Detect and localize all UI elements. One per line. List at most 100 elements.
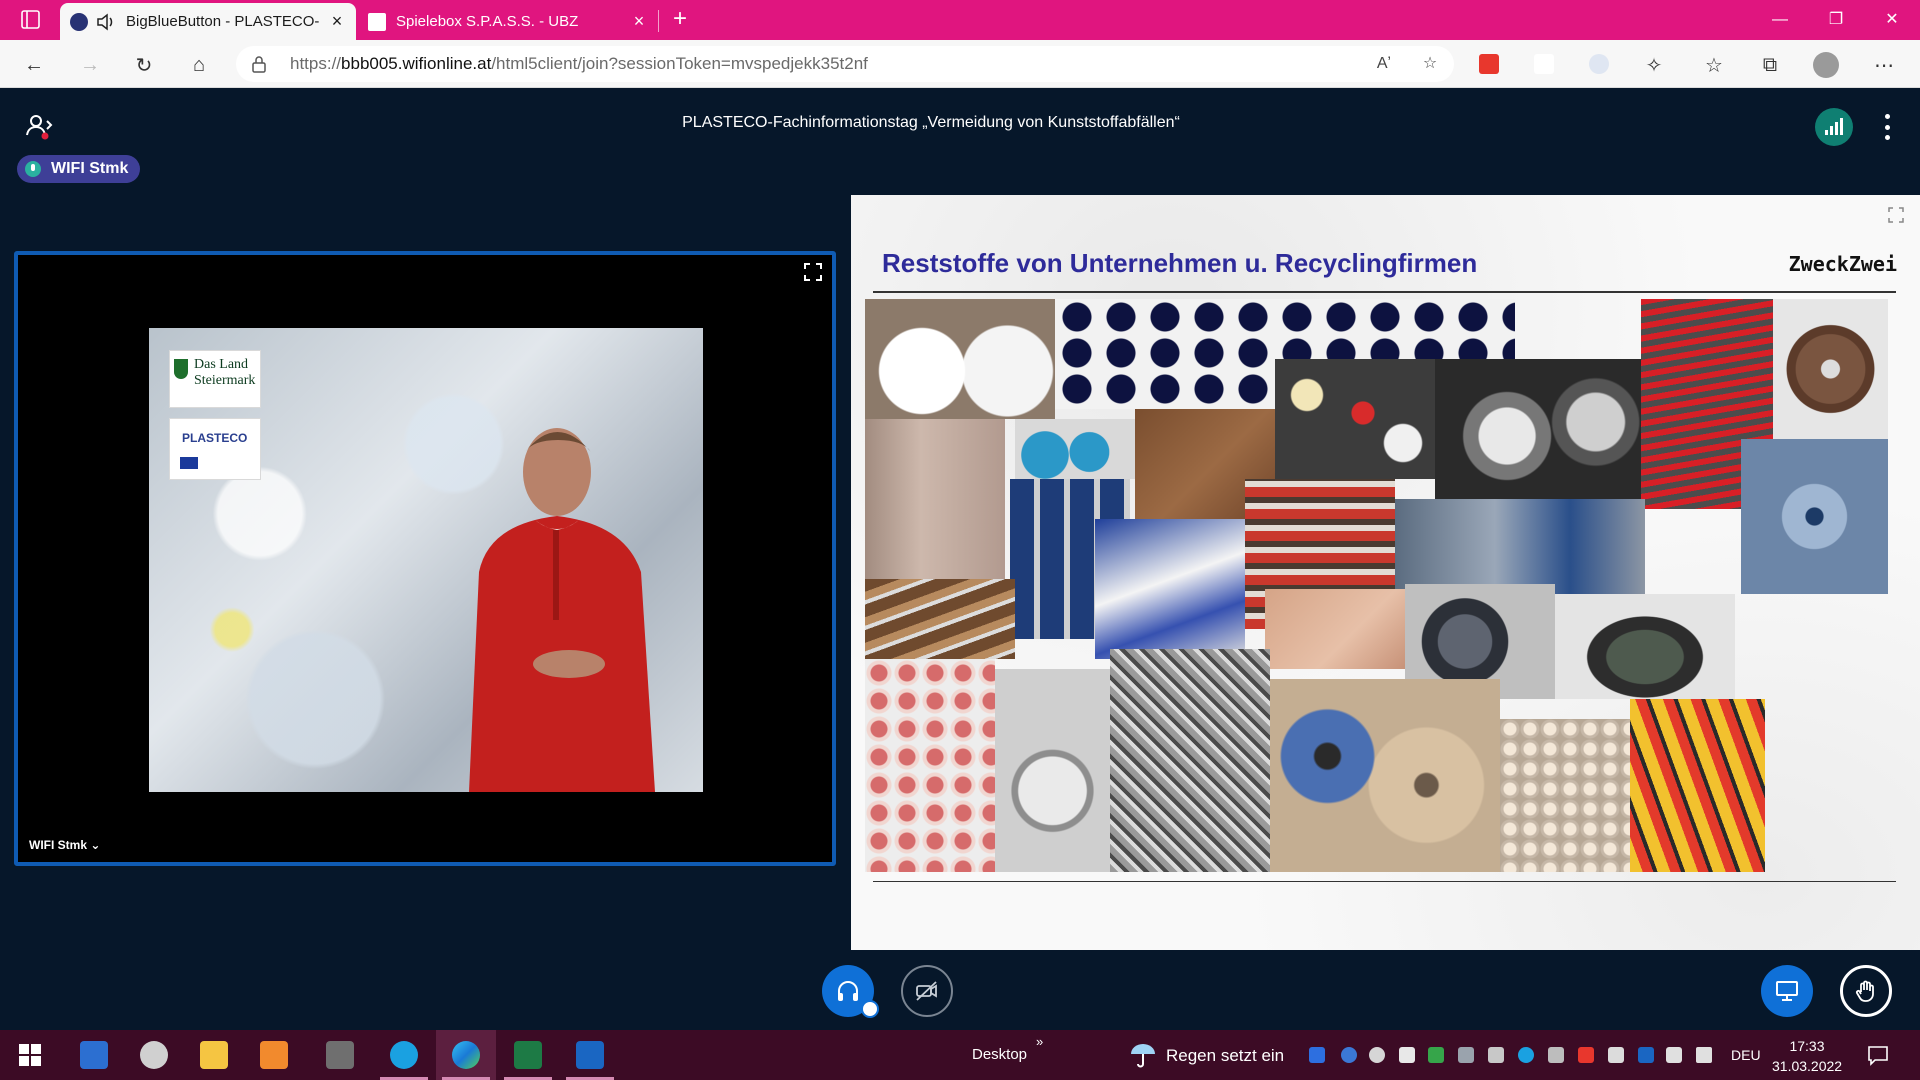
presentation-slide: Reststoffe von Unternehmen u. Recyclingf… [851,195,1920,950]
connection-status-icon[interactable] [1815,108,1853,146]
add-favorite-icon[interactable]: ☆ [1420,54,1440,74]
toolbar-expand-icon[interactable]: » [1036,1034,1043,1049]
extensions-icon[interactable]: ✧ [1638,49,1670,81]
close-tab-icon[interactable]: × [630,11,648,32]
taskbar-edge[interactable] [436,1030,496,1080]
tab-spielebox[interactable]: Spielebox S.P.A.S.S. - UBZ × [358,3,658,40]
tray-people-icon[interactable] [1399,1047,1415,1063]
land-steiermark-logo: Das Land Steiermark [169,350,261,408]
logo-text-line2: Steiermark [194,373,256,388]
slide-title: Reststoffe von Unternehmen u. Recyclingf… [882,248,1478,278]
umbrella-weather-icon[interactable] [1128,1040,1158,1070]
settings-menu-icon[interactable]: ⋯ [1868,49,1900,81]
taskbar-media-player[interactable] [244,1030,304,1080]
skype-icon [390,1041,418,1069]
options-menu-icon[interactable] [1880,114,1894,140]
fullscreen-icon[interactable] [1888,207,1904,223]
photo-mirror-lamp [995,669,1110,872]
favorites-icon[interactable]: ☆ [1698,49,1730,81]
presentation-icon [1776,981,1798,1001]
tab-actions-icon[interactable] [10,8,50,32]
taskbar-remote-desktop[interactable] [64,1030,124,1080]
tray-outlook-icon[interactable] [1638,1047,1654,1063]
reload-button[interactable]: ↻ [128,49,160,81]
notification-center-icon[interactable] [1867,1044,1889,1066]
close-tab-icon[interactable]: × [328,11,346,32]
meeting-title: PLASTECO-Fachinformationstag „Vermeidung… [682,114,1180,131]
photo-textiles [1095,519,1245,659]
taskbar-paint[interactable] [124,1030,184,1080]
back-button[interactable]: ← [18,49,50,81]
weather-text[interactable]: Regen setzt ein [1166,1046,1284,1066]
close-window-button[interactable]: ✕ [1864,0,1920,40]
blank-extension-icon[interactable] [1534,54,1554,74]
tray-foxit-icon[interactable] [1578,1047,1594,1063]
headphones-icon [838,981,858,1001]
slide-bottom-rule [873,881,1896,882]
taskbar-file-explorer[interactable] [184,1030,244,1080]
profile-avatar[interactable] [1810,49,1842,81]
photo-wheel-rims [1435,359,1641,499]
tray-skype-icon[interactable] [1518,1047,1534,1063]
foxit-extension-icon[interactable] [1479,54,1499,74]
taskbar-outlook[interactable] [560,1030,620,1080]
collections-icon[interactable]: ⧉ [1754,49,1786,81]
photo-cardboard-tube [865,419,1005,579]
photo-blue-balls [1015,419,1135,479]
tray-s-icon[interactable] [1309,1047,1325,1063]
home-button[interactable]: ⌂ [183,49,215,81]
talking-indicator[interactable]: WIFI Stmk [17,155,141,183]
hand-icon [1855,980,1874,1002]
share-webcam-button[interactable] [901,965,953,1017]
remote-desktop-icon [80,1041,108,1069]
volume-icon[interactable] [1696,1047,1712,1063]
start-button[interactable] [0,1030,60,1080]
calculator-icon [326,1041,354,1069]
start-icon [19,1044,41,1066]
audio-options-badge[interactable] [861,1000,879,1018]
photo-fabric-circles [865,299,1055,419]
photo-metal-funnels [1741,439,1888,594]
microphone-icon [25,161,41,177]
material-photo-collage [865,299,1888,872]
photo-rubber-rings [865,659,995,872]
forward-button[interactable]: → [74,49,106,81]
network-icon[interactable] [1608,1047,1624,1063]
tray-printer2-icon[interactable] [1548,1047,1564,1063]
photo-colored-plastic [1630,699,1765,872]
slide-brand: ZweckZwei [1788,252,1897,276]
fullscreen-icon[interactable] [804,263,822,281]
tray-device-icon[interactable] [1458,1047,1474,1063]
taskbar-skype[interactable] [374,1030,434,1080]
tab-title: BigBlueButton - PLASTECO- [126,13,320,30]
battery-icon[interactable] [1666,1047,1682,1063]
webcam-panel[interactable]: Das Land Steiermark PLASTECO WIFI Stmk ⌄ [14,251,836,866]
browser-toolbar: ← → ↻ ⌂ https://bbb005.wifionline.at/htm… [0,40,1920,88]
raise-hand-button[interactable] [1840,965,1892,1017]
security-shield-icon[interactable] [1428,1047,1444,1063]
speaker-icon[interactable] [96,12,116,31]
webcam-user-name[interactable]: WIFI Stmk ⌄ [29,838,100,852]
media-player-icon [260,1041,288,1069]
lock-icon[interactable] [250,55,268,73]
tab-bigbluebutton[interactable]: BigBlueButton - PLASTECO- × [60,3,356,40]
presentation-toggle-button[interactable] [1761,965,1813,1017]
address-bar[interactable]: https://bbb005.wifionline.at/html5client… [236,46,1454,82]
bluetooth-icon[interactable] [1341,1047,1357,1063]
read-aloud-icon[interactable]: Aʼ [1374,54,1394,74]
plasteco-logo-text: PLASTECO [182,431,248,445]
minimize-button[interactable]: — [1752,0,1808,40]
tray-printer-icon[interactable] [1488,1047,1504,1063]
url-path: /html5client/join?sessionToken=mvspedjek… [491,54,868,73]
new-tab-button[interactable]: + [665,4,695,34]
restore-button[interactable]: ❐ [1808,0,1864,40]
taskbar-excel[interactable] [498,1030,558,1080]
desktop-toolbar-label[interactable]: Desktop [972,1046,1027,1063]
language-indicator[interactable]: DEU [1731,1047,1761,1063]
paint-icon [140,1041,168,1069]
system-clock[interactable]: 17:33 31.03.2022 [1772,1036,1842,1076]
taskbar-calculator[interactable] [310,1030,370,1080]
f-extension-icon[interactable] [1589,54,1609,74]
tray-app-icon[interactable] [1369,1047,1385,1063]
photo-wood-panels [865,579,1015,659]
